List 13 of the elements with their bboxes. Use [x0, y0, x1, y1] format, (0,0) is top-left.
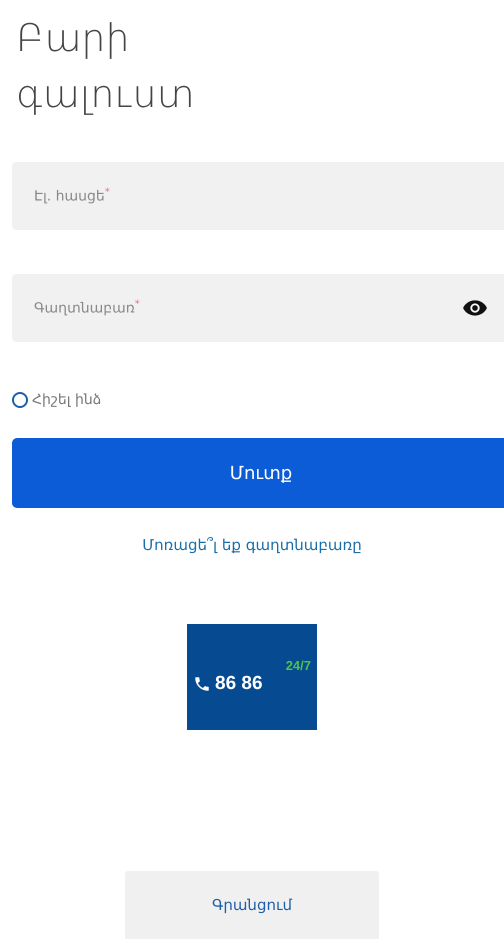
hotline-number: 86 86 [215, 673, 263, 695]
register-button[interactable]: Գրանցում [125, 871, 379, 939]
hours-label: 24/7 [286, 659, 311, 673]
email-field[interactable]: Էլ. հասցե$^{*}$ [12, 162, 504, 230]
welcome-heading: Բարի գալուստ [16, 15, 196, 118]
forgot-password-link[interactable]: Մոռացե՞լ եք գաղտնաբառը [142, 536, 362, 554]
password-field[interactable]: Գաղտնաբառ$^{*}$ [12, 274, 504, 342]
eye-icon[interactable] [462, 299, 488, 317]
phone-icon [193, 675, 211, 693]
remember-label[interactable]: Հիշել ինձ [32, 392, 102, 408]
login-button[interactable]: Մուտք [12, 438, 504, 508]
hotline-banner[interactable]: 24/7 86 86 [187, 624, 317, 730]
remember-radio[interactable] [12, 392, 28, 408]
